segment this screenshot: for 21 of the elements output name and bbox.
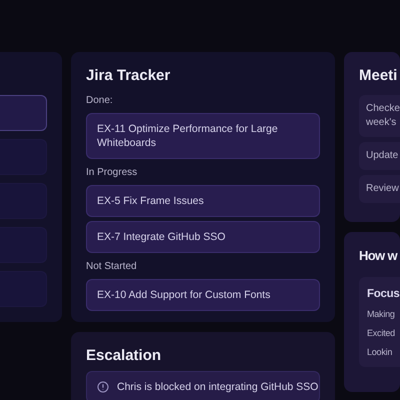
section-label: Done: bbox=[86, 95, 114, 107]
panel-text: Lookin bbox=[367, 346, 394, 359]
panel-text: Excited bbox=[367, 327, 396, 340]
section-label: In Progress bbox=[86, 167, 138, 179]
info-icon bbox=[97, 381, 109, 393]
note-card: Checke week's bbox=[359, 95, 400, 137]
panel-heading: Focus bbox=[367, 287, 400, 302]
ticket-card: EX-11 Optimize Performance for Large Whiteboards bbox=[86, 113, 320, 159]
alert-text: Chris is blocked on integrating GitHub SSO bbox=[117, 380, 318, 394]
card-title: Meeti bbox=[359, 67, 398, 85]
card-title: How w bbox=[359, 247, 398, 265]
panel-text: Making bbox=[367, 308, 396, 321]
section-label: Not Started bbox=[86, 261, 138, 273]
list-item[interactable] bbox=[0, 95, 47, 131]
ticket-card: EX-5 Fix Frame Issues bbox=[86, 185, 320, 217]
note-card: Update bbox=[359, 142, 400, 170]
note-card: Review bbox=[359, 175, 400, 203]
ticket-card: EX-7 Integrate GitHub SSO bbox=[86, 221, 320, 253]
ticket-card: EX-10 Add Support for Custom Fonts bbox=[86, 279, 320, 311]
card-title: Jira Tracker bbox=[86, 67, 172, 85]
card-title: Escalation bbox=[86, 347, 162, 365]
